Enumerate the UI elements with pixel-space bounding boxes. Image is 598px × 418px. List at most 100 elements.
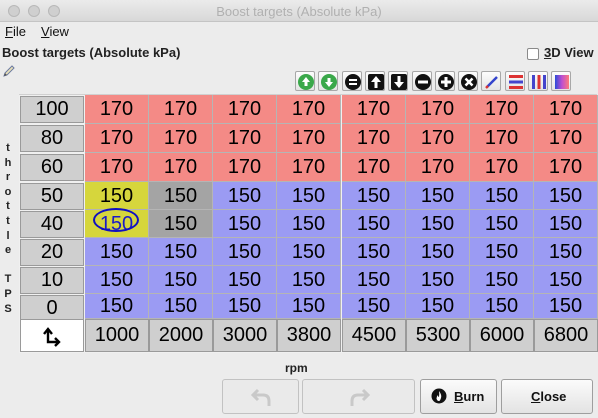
table-cell[interactable]: 150	[149, 294, 213, 319]
table-cell[interactable]: 150	[534, 210, 598, 238]
table-cell[interactable]: 170	[406, 153, 470, 182]
column-header[interactable]: 3000	[213, 319, 277, 352]
column-header[interactable]: 3800	[277, 319, 341, 352]
table-cell[interactable]: 150	[342, 182, 406, 210]
table-cell[interactable]: 150	[406, 182, 470, 210]
table-cell[interactable]: 150	[277, 238, 341, 266]
table-cell[interactable]: 150	[534, 294, 598, 319]
table-cell[interactable]: 170	[406, 124, 470, 153]
table-cell[interactable]: 170	[534, 153, 598, 182]
table-cell[interactable]: 150	[277, 182, 341, 210]
shift-down-button[interactable]	[388, 71, 409, 91]
table-cell[interactable]: 170	[149, 153, 213, 182]
table-cell[interactable]: 170	[342, 153, 406, 182]
table-cell[interactable]: 150	[149, 182, 213, 210]
table-cell[interactable]: 170	[277, 153, 341, 182]
table-cell[interactable]: 150	[406, 266, 470, 294]
increase-fine-button[interactable]	[295, 71, 315, 91]
table-cell[interactable]: 170	[470, 124, 534, 153]
interpolate-button[interactable]	[481, 71, 502, 91]
table-cell[interactable]: 150	[85, 208, 149, 238]
shift-up-button[interactable]	[364, 71, 385, 91]
table-cell[interactable]: 170	[470, 153, 534, 182]
decrease-fine-button[interactable]	[318, 71, 339, 91]
row-header[interactable]: 0	[20, 295, 84, 322]
table-cell[interactable]: 170	[85, 153, 149, 182]
menu-view[interactable]: View	[41, 24, 69, 39]
column-header[interactable]: 5300	[406, 319, 470, 352]
row-header[interactable]: 20	[20, 239, 84, 266]
table-cell[interactable]: 170	[213, 95, 277, 124]
table-cell[interactable]: 150	[149, 238, 213, 266]
table-cell[interactable]: 170	[534, 95, 598, 124]
table-cell[interactable]: 150	[85, 238, 149, 266]
row-header[interactable]: 40	[20, 211, 84, 238]
table-cell[interactable]: 150	[277, 210, 341, 238]
close-button[interactable]: Close	[501, 379, 593, 414]
table-cell[interactable]: 150	[406, 294, 470, 319]
set-value-button[interactable]	[341, 71, 362, 91]
table-cell[interactable]: 150	[534, 238, 598, 266]
table-cell[interactable]: 150	[213, 210, 277, 238]
table-cell[interactable]: 170	[149, 124, 213, 153]
redo-button[interactable]	[302, 379, 415, 414]
table-cell[interactable]: 150	[149, 266, 213, 294]
add-button[interactable]	[434, 71, 455, 91]
menu-file[interactable]: File	[5, 24, 26, 39]
column-header[interactable]: 2000	[149, 319, 213, 352]
table-cell[interactable]: 150	[406, 210, 470, 238]
view3d-checkbox[interactable]	[527, 48, 539, 60]
interpolate-horizontal-button[interactable]	[504, 71, 525, 91]
table-cell[interactable]: 150	[470, 266, 534, 294]
multiply-button[interactable]	[458, 71, 479, 91]
table-cell[interactable]: 170	[213, 124, 277, 153]
table-cell[interactable]: 170	[85, 95, 149, 124]
table-cell[interactable]: 150	[406, 238, 470, 266]
table-cell[interactable]: 150	[149, 210, 213, 238]
row-header[interactable]: 60	[20, 154, 84, 181]
view3d-label[interactable]: 3D View	[544, 45, 594, 60]
table-cell[interactable]: 170	[406, 95, 470, 124]
table-cell[interactable]: 150	[213, 238, 277, 266]
row-header[interactable]: 50	[20, 183, 84, 210]
column-header[interactable]: 6000	[470, 319, 534, 352]
interpolate-vertical-button[interactable]	[528, 71, 548, 91]
table-cell[interactable]: 150	[342, 238, 406, 266]
color-map-button[interactable]	[551, 71, 572, 91]
table-cell[interactable]: 150	[342, 266, 406, 294]
table-cell[interactable]: 150	[85, 266, 149, 294]
table-cell[interactable]: 150	[534, 266, 598, 294]
column-header[interactable]: 4500	[342, 319, 406, 352]
table-cell[interactable]: 170	[277, 124, 341, 153]
table-cell[interactable]: 150	[277, 266, 341, 294]
subtract-button[interactable]	[411, 71, 432, 91]
undo-button[interactable]	[222, 379, 299, 414]
axis-swap-corner-button[interactable]	[20, 319, 84, 352]
table-cell[interactable]: 170	[342, 95, 406, 124]
row-header[interactable]: 100	[20, 96, 84, 123]
table-cell[interactable]: 170	[277, 95, 341, 124]
table-cell[interactable]: 150	[85, 182, 149, 210]
column-header[interactable]: 6800	[534, 319, 598, 352]
table-cell[interactable]: 150	[534, 182, 598, 210]
row-header[interactable]: 80	[20, 125, 84, 152]
table-cell[interactable]: 150	[342, 294, 406, 319]
table-cell[interactable]: 170	[534, 124, 598, 153]
table-cell[interactable]: 150	[213, 182, 277, 210]
table-cell[interactable]: 150	[277, 294, 341, 319]
table-cell[interactable]: 170	[149, 95, 213, 124]
table-cell[interactable]: 150	[213, 294, 277, 319]
column-header[interactable]: 1000	[85, 319, 149, 352]
table-cell[interactable]: 170	[85, 124, 149, 153]
table-cell[interactable]: 150	[85, 294, 149, 319]
table-cell[interactable]: 170	[470, 95, 534, 124]
table-cell[interactable]: 150	[342, 210, 406, 238]
table-cell[interactable]: 150	[213, 266, 277, 294]
table-cell[interactable]: 170	[342, 124, 406, 153]
table-cell[interactable]: 150	[470, 294, 534, 319]
row-header[interactable]: 10	[20, 267, 84, 294]
table-cell[interactable]: 150	[470, 238, 534, 266]
table-cell[interactable]: 170	[213, 153, 277, 182]
table-cell[interactable]: 150	[470, 210, 534, 238]
table-cell[interactable]: 150	[470, 182, 534, 210]
